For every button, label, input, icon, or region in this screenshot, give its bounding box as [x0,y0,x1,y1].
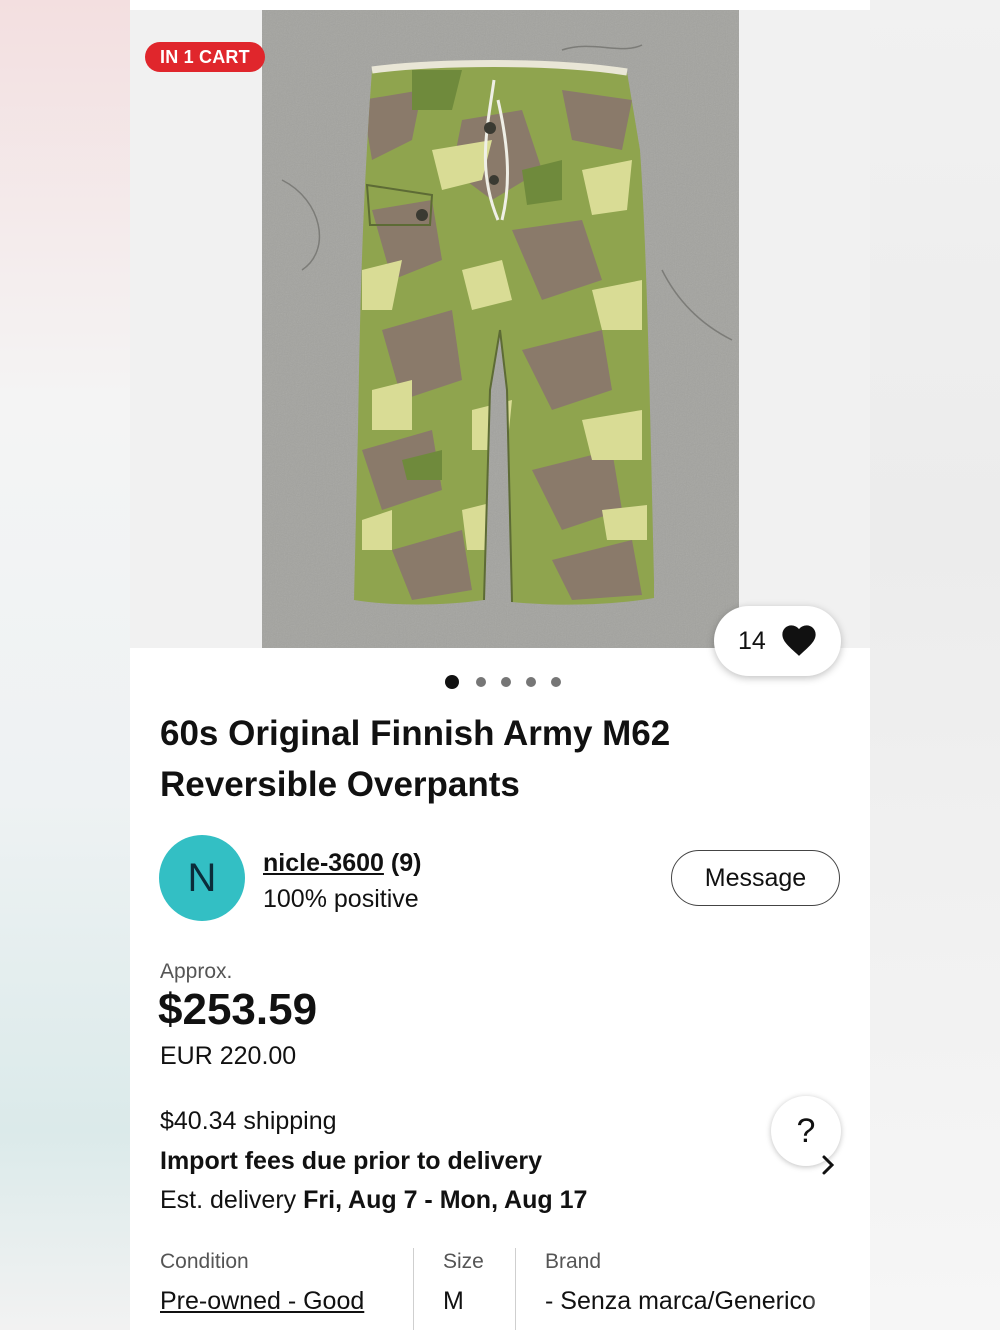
spec-divider [515,1248,516,1330]
pagination-dot[interactable] [501,677,511,687]
import-fees-notice: Import fees due prior to delivery [160,1147,543,1175]
image-gallery[interactable]: IN 1 CART [130,10,870,648]
in-cart-badge: IN 1 CART [145,42,265,72]
seller-avatar[interactable]: N [159,835,245,921]
listing-title: 60s Original Finnish Army M62 Reversible… [160,714,671,804]
brand-value: - Senza marca/Generico [545,1287,816,1315]
brand-fade [805,1282,845,1322]
brand-label: Brand [545,1250,602,1273]
condition-label: Condition [160,1250,249,1273]
listing-card: IN 1 CART 14 60s Original Finnish Army M… [130,0,870,1330]
pagination-dot[interactable] [526,677,536,687]
message-button[interactable]: Message [671,850,840,906]
watch-count: 14 [738,627,766,655]
estimated-delivery-dates: Fri, Aug 7 - Mon, Aug 17 [303,1186,588,1214]
watch-button[interactable]: 14 [714,606,841,676]
pagination-dot[interactable] [445,675,459,689]
brand-value-container: - Senza marca/Generico [545,1282,845,1322]
estimated-delivery-label: Est. delivery [160,1186,297,1214]
spec-divider [413,1248,414,1330]
price-value: $253.59 [158,985,318,1034]
pagination-dot[interactable] [551,677,561,687]
seller-feedback-count: (9) [390,849,422,877]
background-left [0,0,130,1330]
shipping-cost: $40.34 shipping [160,1107,337,1135]
chevron-right-icon[interactable] [820,1154,836,1176]
heart-icon [782,625,816,656]
size-label: Size [443,1250,484,1273]
seller-name-link[interactable]: nicle-3600 (9) [263,849,421,878]
price-approx-label: Approx. [160,960,233,983]
condition-value-link[interactable]: Pre-owned - Good [160,1287,364,1316]
product-photo[interactable] [262,10,739,648]
pagination-dot[interactable] [476,677,486,687]
price-original-currency: EUR 220.00 [160,1042,297,1070]
estimated-delivery: Est. delivery Fri, Aug 7 - Mon, Aug 17 [160,1186,587,1215]
seller-positive-rating: 100% positive [263,885,419,913]
seller-username[interactable]: nicle-3600 [263,849,384,877]
background-right [870,0,1000,1330]
help-icon: ? [796,1112,816,1150]
size-value: M [443,1287,464,1315]
